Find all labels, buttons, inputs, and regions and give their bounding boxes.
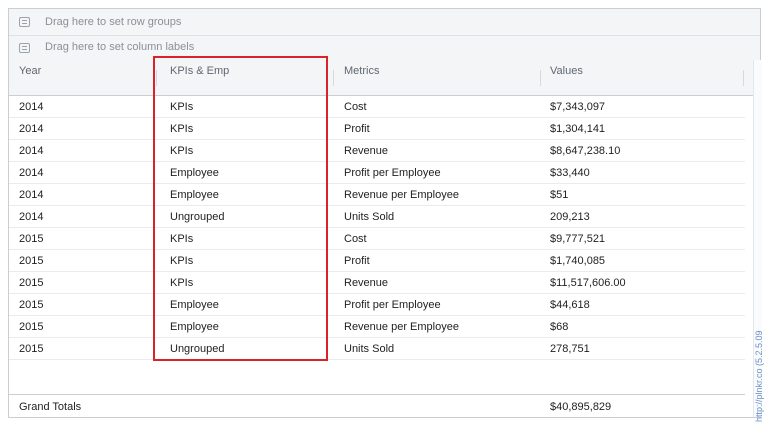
column-header-row: Year KPIs & Emp Metrics Values bbox=[9, 60, 760, 96]
column-resize-handle[interactable] bbox=[333, 70, 334, 86]
table-row[interactable]: 2015 KPIs Profit $1,740,085 bbox=[9, 250, 745, 272]
values-cell: $1,740,085 bbox=[550, 255, 606, 267]
pivot-grid: Drag here to set row groups Drag here to… bbox=[8, 8, 762, 418]
table-row[interactable]: 2014 KPIs Profit $1,304,141 bbox=[9, 118, 745, 140]
values-cell: $1,304,141 bbox=[550, 123, 606, 135]
column-header-year[interactable]: Year bbox=[19, 65, 41, 77]
metrics-cell: Units Sold bbox=[344, 211, 395, 223]
year-cell: 2014 bbox=[19, 123, 44, 135]
column-header-values[interactable]: Values bbox=[550, 65, 583, 77]
metrics-cell: Revenue per Employee bbox=[344, 189, 459, 201]
table-row[interactable]: 2014 Employee Profit per Employee $33,440 bbox=[9, 162, 745, 184]
watermark: http://plnkr.co (5.2.5.092) bbox=[754, 330, 764, 422]
metrics-cell: Revenue bbox=[344, 277, 389, 289]
values-cell: 209,213 bbox=[550, 211, 590, 223]
row-groups-drop-zone[interactable]: Drag here to set row groups bbox=[9, 9, 760, 36]
table-row[interactable]: 2014 KPIs Cost $7,343,097 bbox=[9, 96, 745, 118]
table-row[interactable]: 2015 KPIs Revenue $11,517,606.00 bbox=[9, 272, 745, 294]
column-labels-drop-zone[interactable]: Drag here to set column labels bbox=[9, 36, 760, 60]
year-cell: 2015 bbox=[19, 233, 44, 245]
table-row[interactable]: 2014 Ungrouped Units Sold 209,213 bbox=[9, 206, 745, 228]
metrics-cell: Revenue per Employee bbox=[344, 321, 459, 333]
values-cell: $68 bbox=[550, 321, 569, 333]
kpis-emp-cell: Employee bbox=[170, 299, 219, 311]
kpis-emp-cell: KPIs bbox=[170, 123, 194, 135]
table-row[interactable]: 2014 Employee Revenue per Employee $51 bbox=[9, 184, 745, 206]
kpis-emp-cell: KPIs bbox=[170, 277, 194, 289]
table-row[interactable]: 2015 Employee Revenue per Employee $68 bbox=[9, 316, 745, 338]
values-cell: $44,618 bbox=[550, 299, 590, 311]
kpis-emp-cell: KPIs bbox=[170, 233, 194, 245]
kpis-emp-cell: Employee bbox=[170, 189, 219, 201]
metrics-cell: Profit per Employee bbox=[344, 299, 441, 311]
year-cell: 2015 bbox=[19, 255, 44, 267]
metrics-cell: Profit per Employee bbox=[344, 167, 441, 179]
year-cell: 2014 bbox=[19, 189, 44, 201]
kpis-emp-cell: KPIs bbox=[170, 101, 194, 113]
grand-totals-value: $40,895,829 bbox=[550, 401, 612, 413]
table-row[interactable]: 2014 KPIs Revenue $8,647,238.10 bbox=[9, 140, 745, 162]
metrics-cell: Units Sold bbox=[344, 343, 395, 355]
values-cell: $7,343,097 bbox=[550, 101, 606, 113]
values-cell: $11,517,606.00 bbox=[550, 277, 626, 289]
values-cell: 278,751 bbox=[550, 343, 590, 355]
table-row[interactable]: 2015 Employee Profit per Employee $44,618 bbox=[9, 294, 745, 316]
values-cell: $9,777,521 bbox=[550, 233, 606, 245]
kpis-emp-cell: Employee bbox=[170, 321, 219, 333]
row-groups-icon bbox=[19, 17, 30, 27]
kpis-emp-cell: Ungrouped bbox=[170, 211, 225, 223]
values-cell: $51 bbox=[550, 189, 569, 201]
column-header-metrics[interactable]: Metrics bbox=[344, 65, 379, 77]
metrics-cell: Cost bbox=[344, 101, 367, 113]
kpis-emp-cell: Ungrouped bbox=[170, 343, 225, 355]
row-groups-drop-zone-label: Drag here to set row groups bbox=[45, 16, 182, 28]
year-cell: 2014 bbox=[19, 101, 44, 113]
metrics-cell: Profit bbox=[344, 255, 370, 267]
table-row[interactable]: 2015 KPIs Cost $9,777,521 bbox=[9, 228, 745, 250]
year-cell: 2014 bbox=[19, 145, 44, 157]
values-cell: $33,440 bbox=[550, 167, 590, 179]
column-header-kpis-emp[interactable]: KPIs & Emp bbox=[170, 65, 229, 77]
column-resize-handle[interactable] bbox=[743, 70, 744, 86]
kpis-emp-cell: KPIs bbox=[170, 145, 194, 157]
grand-totals-row: Grand Totals $40,895,829 bbox=[9, 394, 745, 417]
kpis-emp-cell: Employee bbox=[170, 167, 219, 179]
column-labels-icon bbox=[19, 43, 30, 53]
year-cell: 2014 bbox=[19, 211, 44, 223]
table-row[interactable]: 2015 Ungrouped Units Sold 278,751 bbox=[9, 338, 745, 360]
grid-body: 2014 KPIs Cost $7,343,097 2014 KPIs Profit $1,3… bbox=[9, 96, 745, 360]
metrics-cell: Cost bbox=[344, 233, 367, 245]
year-cell: 2014 bbox=[19, 167, 44, 179]
values-cell: $8,647,238.10 bbox=[550, 145, 621, 157]
year-cell: 2015 bbox=[19, 299, 44, 311]
grand-totals-label: Grand Totals bbox=[19, 401, 82, 413]
year-cell: 2015 bbox=[19, 321, 44, 333]
column-labels-drop-zone-label: Drag here to set column labels bbox=[45, 41, 195, 53]
column-resize-handle[interactable] bbox=[540, 70, 541, 86]
year-cell: 2015 bbox=[19, 277, 44, 289]
column-resize-handle[interactable] bbox=[156, 70, 157, 86]
year-cell: 2015 bbox=[19, 343, 44, 355]
metrics-cell: Revenue bbox=[344, 145, 389, 157]
kpis-emp-cell: KPIs bbox=[170, 255, 194, 267]
metrics-cell: Profit bbox=[344, 123, 370, 135]
